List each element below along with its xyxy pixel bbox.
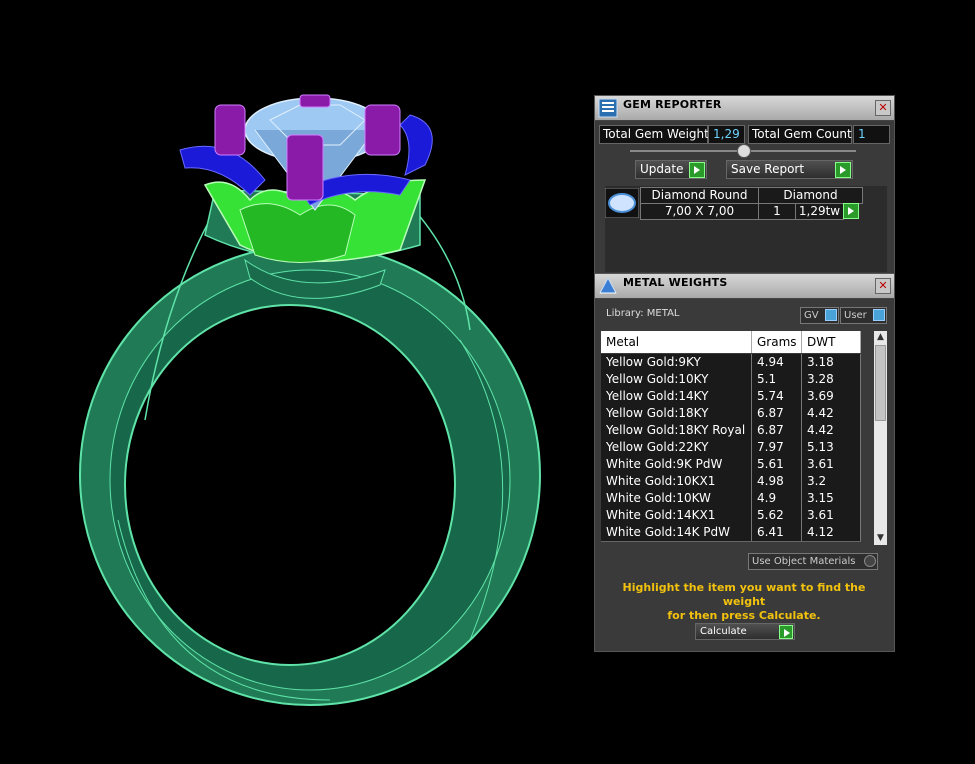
- gem-size: 7,00 X 7,00: [640, 203, 759, 220]
- close-icon[interactable]: ✕: [875, 100, 891, 116]
- total-gem-weight-value: 1,29: [708, 125, 745, 144]
- dwt-cell: 4.42: [802, 422, 861, 439]
- update-button-label: Update: [640, 162, 684, 176]
- gem-weight: 1,29tw: [795, 203, 844, 220]
- use-object-materials-toggle[interactable]: Use Object Materials: [748, 553, 878, 570]
- metal-name-cell: Yellow Gold:22KY: [601, 439, 752, 456]
- dwt-cell: 3.69: [802, 388, 861, 405]
- grams-cell: 5.1: [752, 371, 802, 388]
- grams-cell: 7.97: [752, 439, 802, 456]
- toggle-knob: [825, 309, 837, 321]
- metal-name-cell: Yellow Gold:18KY Royal: [601, 422, 752, 439]
- calculate-button[interactable]: Calculate: [695, 623, 795, 640]
- dwt-cell: 3.15: [802, 490, 861, 507]
- ring-model: [79, 94, 541, 706]
- play-arrow-icon: [843, 203, 859, 219]
- scroll-thumb[interactable]: [875, 345, 886, 421]
- table-row[interactable]: Yellow Gold:18KY 6.87 4.42: [601, 405, 861, 423]
- grams-cell: 6.87: [752, 405, 802, 422]
- grams-cell: 5.62: [752, 507, 802, 524]
- gem-reporter-title: GEM REPORTER: [623, 98, 722, 111]
- dwt-cell: 3.61: [802, 507, 861, 524]
- grams-cell: 4.9: [752, 490, 802, 507]
- metal-table: Metal Grams DWT Yellow Gold:9KY 4.94 3.18 Y…: [601, 331, 861, 545]
- dwt-cell: 3.2: [802, 473, 861, 490]
- metal-weights-titlebar[interactable]: METAL WEIGHTS ✕: [595, 274, 894, 299]
- instruction-text: Highlight the item you want to find the …: [600, 581, 888, 623]
- table-row[interactable]: White Gold:9K PdW 5.61 3.61: [601, 456, 861, 474]
- dwt-cell: 3.61: [802, 456, 861, 473]
- metal-name-cell: Yellow Gold:18KY: [601, 405, 752, 422]
- metal-name-cell: White Gold:10KW: [601, 490, 752, 507]
- scroll-up-icon[interactable]: ▲: [874, 331, 887, 344]
- library-label: Library: METAL: [606, 308, 680, 319]
- metal-name-cell: Yellow Gold:9KY: [601, 354, 752, 371]
- column-header-grams[interactable]: Grams: [752, 331, 802, 353]
- dwt-cell: 3.28: [802, 371, 861, 388]
- metal-name-cell: Yellow Gold:14KY: [601, 388, 752, 405]
- table-row[interactable]: Yellow Gold:18KY Royal 6.87 4.42: [601, 422, 861, 440]
- update-button[interactable]: Update: [635, 160, 707, 179]
- metal-name-cell: White Gold:14KX1: [601, 507, 752, 524]
- dwt-cell: 4.12: [802, 524, 861, 541]
- gem-name: Diamond Round: [640, 187, 759, 204]
- save-report-button-label: Save Report: [731, 162, 805, 176]
- gem-detail-button[interactable]: [843, 202, 860, 219]
- play-arrow-icon: [835, 162, 851, 178]
- ring-band: [79, 204, 541, 706]
- table-row[interactable]: Yellow Gold:22KY 7.97 5.13: [601, 439, 861, 457]
- table-row[interactable]: White Gold:14KX1 5.62 3.61: [601, 507, 861, 525]
- play-arrow-icon: [779, 625, 793, 639]
- table-row[interactable]: White Gold:14K PdW 6.41 4.12: [601, 524, 861, 542]
- save-report-button[interactable]: Save Report: [726, 160, 853, 179]
- gem-reporter-icon: [598, 98, 618, 118]
- close-icon[interactable]: ✕: [875, 278, 891, 294]
- 3d-viewport[interactable]: [0, 0, 590, 761]
- slider-handle[interactable]: [737, 144, 751, 158]
- metal-name-cell: Yellow Gold:10KY: [601, 371, 752, 388]
- grams-cell: 5.61: [752, 456, 802, 473]
- grams-cell: 4.98: [752, 473, 802, 490]
- calculate-button-label: Calculate: [700, 626, 747, 637]
- toggle-knob: [873, 309, 885, 321]
- user-toggle-label: User: [844, 310, 867, 321]
- table-row[interactable]: Yellow Gold:9KY 4.94 3.18: [601, 354, 861, 372]
- toggle-knob: [864, 555, 876, 567]
- gv-toggle[interactable]: GV: [800, 307, 839, 324]
- dwt-cell: 4.42: [802, 405, 861, 422]
- gem-count: 1: [758, 203, 796, 220]
- column-header-metal[interactable]: Metal: [601, 331, 752, 353]
- total-gem-weight-label: Total Gem Weight: [599, 125, 709, 144]
- metal-name-cell: White Gold:14K PdW: [601, 524, 752, 541]
- table-row[interactable]: White Gold:10KW 4.9 3.15: [601, 490, 861, 508]
- metal-weights-icon: [599, 276, 617, 294]
- instruction-line-1: Highlight the item you want to find the …: [622, 581, 866, 608]
- grams-cell: 5.74: [752, 388, 802, 405]
- play-arrow-icon: [689, 162, 705, 178]
- grams-cell: 4.94: [752, 354, 802, 371]
- metal-name-cell: White Gold:10KX1: [601, 473, 752, 490]
- total-gem-count-value: 1: [853, 125, 890, 144]
- dwt-cell: 5.13: [802, 439, 861, 456]
- metal-name-cell: White Gold:9K PdW: [601, 456, 752, 473]
- round-diamond-icon: [605, 188, 639, 218]
- table-row[interactable]: White Gold:10KX1 4.98 3.2: [601, 473, 861, 491]
- table-header: Metal Grams DWT: [601, 331, 861, 353]
- instruction-line-2: for then press Calculate.: [667, 609, 821, 622]
- user-toggle[interactable]: User: [840, 307, 887, 324]
- column-header-dwt[interactable]: DWT: [802, 331, 861, 353]
- gem-reporter-titlebar[interactable]: GEM REPORTER ✕: [595, 96, 894, 121]
- dwt-cell: 3.18: [802, 354, 861, 371]
- metal-table-scrollbar[interactable]: ▲ ▼: [874, 331, 887, 545]
- gv-toggle-label: GV: [804, 310, 819, 321]
- grams-cell: 6.87: [752, 422, 802, 439]
- scroll-down-icon[interactable]: ▼: [874, 532, 887, 545]
- metal-weights-title: METAL WEIGHTS: [623, 276, 728, 289]
- total-gem-count-label: Total Gem Count: [748, 125, 852, 144]
- table-row[interactable]: Yellow Gold:14KY 5.74 3.69: [601, 388, 861, 406]
- use-object-materials-label: Use Object Materials: [752, 556, 856, 567]
- table-row[interactable]: Yellow Gold:10KY 5.1 3.28: [601, 371, 861, 389]
- grams-cell: 6.41: [752, 524, 802, 541]
